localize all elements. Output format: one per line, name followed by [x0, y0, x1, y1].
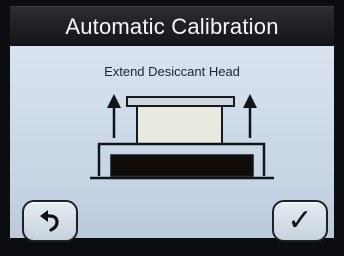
- desiccant-head: [126, 96, 235, 145]
- checkmark-icon: ✓: [287, 203, 313, 238]
- title-bar: Automatic Calibration: [10, 6, 334, 47]
- undo-arrow-icon: [40, 210, 59, 232]
- calibration-screen: Automatic Calibration Extend Desiccant H…: [0, 0, 344, 256]
- page-title: Automatic Calibration: [65, 14, 279, 39]
- right-up-arrow-icon: [243, 94, 257, 138]
- back-button[interactable]: [22, 200, 78, 242]
- left-up-arrow-icon: [107, 94, 121, 138]
- confirm-button[interactable]: ✓: [272, 200, 328, 242]
- desiccant-chamber: [110, 154, 254, 177]
